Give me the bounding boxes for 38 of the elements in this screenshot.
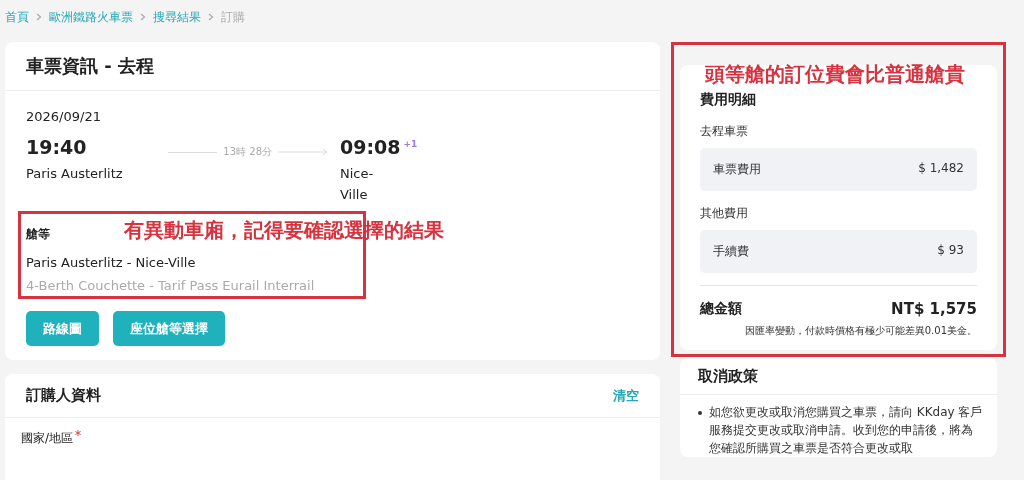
card-title: 取消政策: [698, 367, 758, 385]
depart-time: 19:40: [26, 136, 88, 158]
travel-date: 2026/09/21: [26, 109, 102, 124]
fee-amount: $ 1,482: [918, 161, 964, 177]
fee-group-label: 其他費用: [700, 205, 749, 222]
route-text: Paris Austerlitz - Nice-Ville: [26, 255, 197, 270]
bullet-icon: [698, 411, 702, 415]
total-amount: NT$ 1,575: [891, 300, 977, 318]
card-title: 車票資訊 - 去程: [26, 55, 154, 76]
arrow-icon: [278, 149, 328, 155]
fee-name: 車票費用: [713, 161, 761, 178]
clear-link[interactable]: 清空: [613, 386, 639, 405]
action-button[interactable]: 路線圖: [26, 311, 99, 346]
fare-text: 4-Berth Couchette - Tarif Pass Eurail Interrail: [26, 278, 316, 293]
breadcrumb-link[interactable]: 首頁: [5, 8, 29, 26]
chevron-icon: [36, 13, 42, 21]
depart-station: Paris Austerlitz: [26, 165, 124, 183]
day-offset: +1: [403, 138, 418, 149]
breadcrumb-link[interactable]: 搜尋結果: [153, 8, 201, 26]
duration: 13時 28分: [223, 145, 272, 159]
breadcrumb-link[interactable]: 訂購: [221, 8, 245, 26]
total-label: 總金額: [700, 300, 742, 318]
policy-text: 如您欲更改或取消您購買之車票，請向 KKday 客戶服務提交更改或取消申請。收到您的申請後，將為您確認所購買之車票是否符合更改或取: [709, 404, 983, 457]
card-title: 訂購人資料: [26, 386, 101, 405]
field-label: 國家/地區: [21, 430, 74, 447]
arrive-station: Nice-Ville: [340, 165, 375, 204]
action-button[interactable]: 座位艙等選擇: [113, 311, 225, 346]
annotation-text: 頭等艙的訂位費會比普通艙貴: [705, 61, 965, 88]
exchange-note: 因匯率變動，付款時價格有極少可能差異0.01美金。: [743, 324, 977, 338]
chevron-icon: [208, 13, 214, 21]
fee-group-label: 去程車票: [700, 123, 749, 140]
breadcrumb-link[interactable]: 歐洲鐵路火車票: [49, 8, 133, 26]
class-label: 艙等: [26, 226, 50, 243]
fee-title: 費用明細: [700, 91, 757, 109]
fee-name: 手續費: [713, 243, 749, 260]
arrive-time: 09:08: [340, 136, 401, 158]
fee-amount: $ 93: [937, 243, 964, 259]
chevron-icon: [140, 13, 146, 21]
